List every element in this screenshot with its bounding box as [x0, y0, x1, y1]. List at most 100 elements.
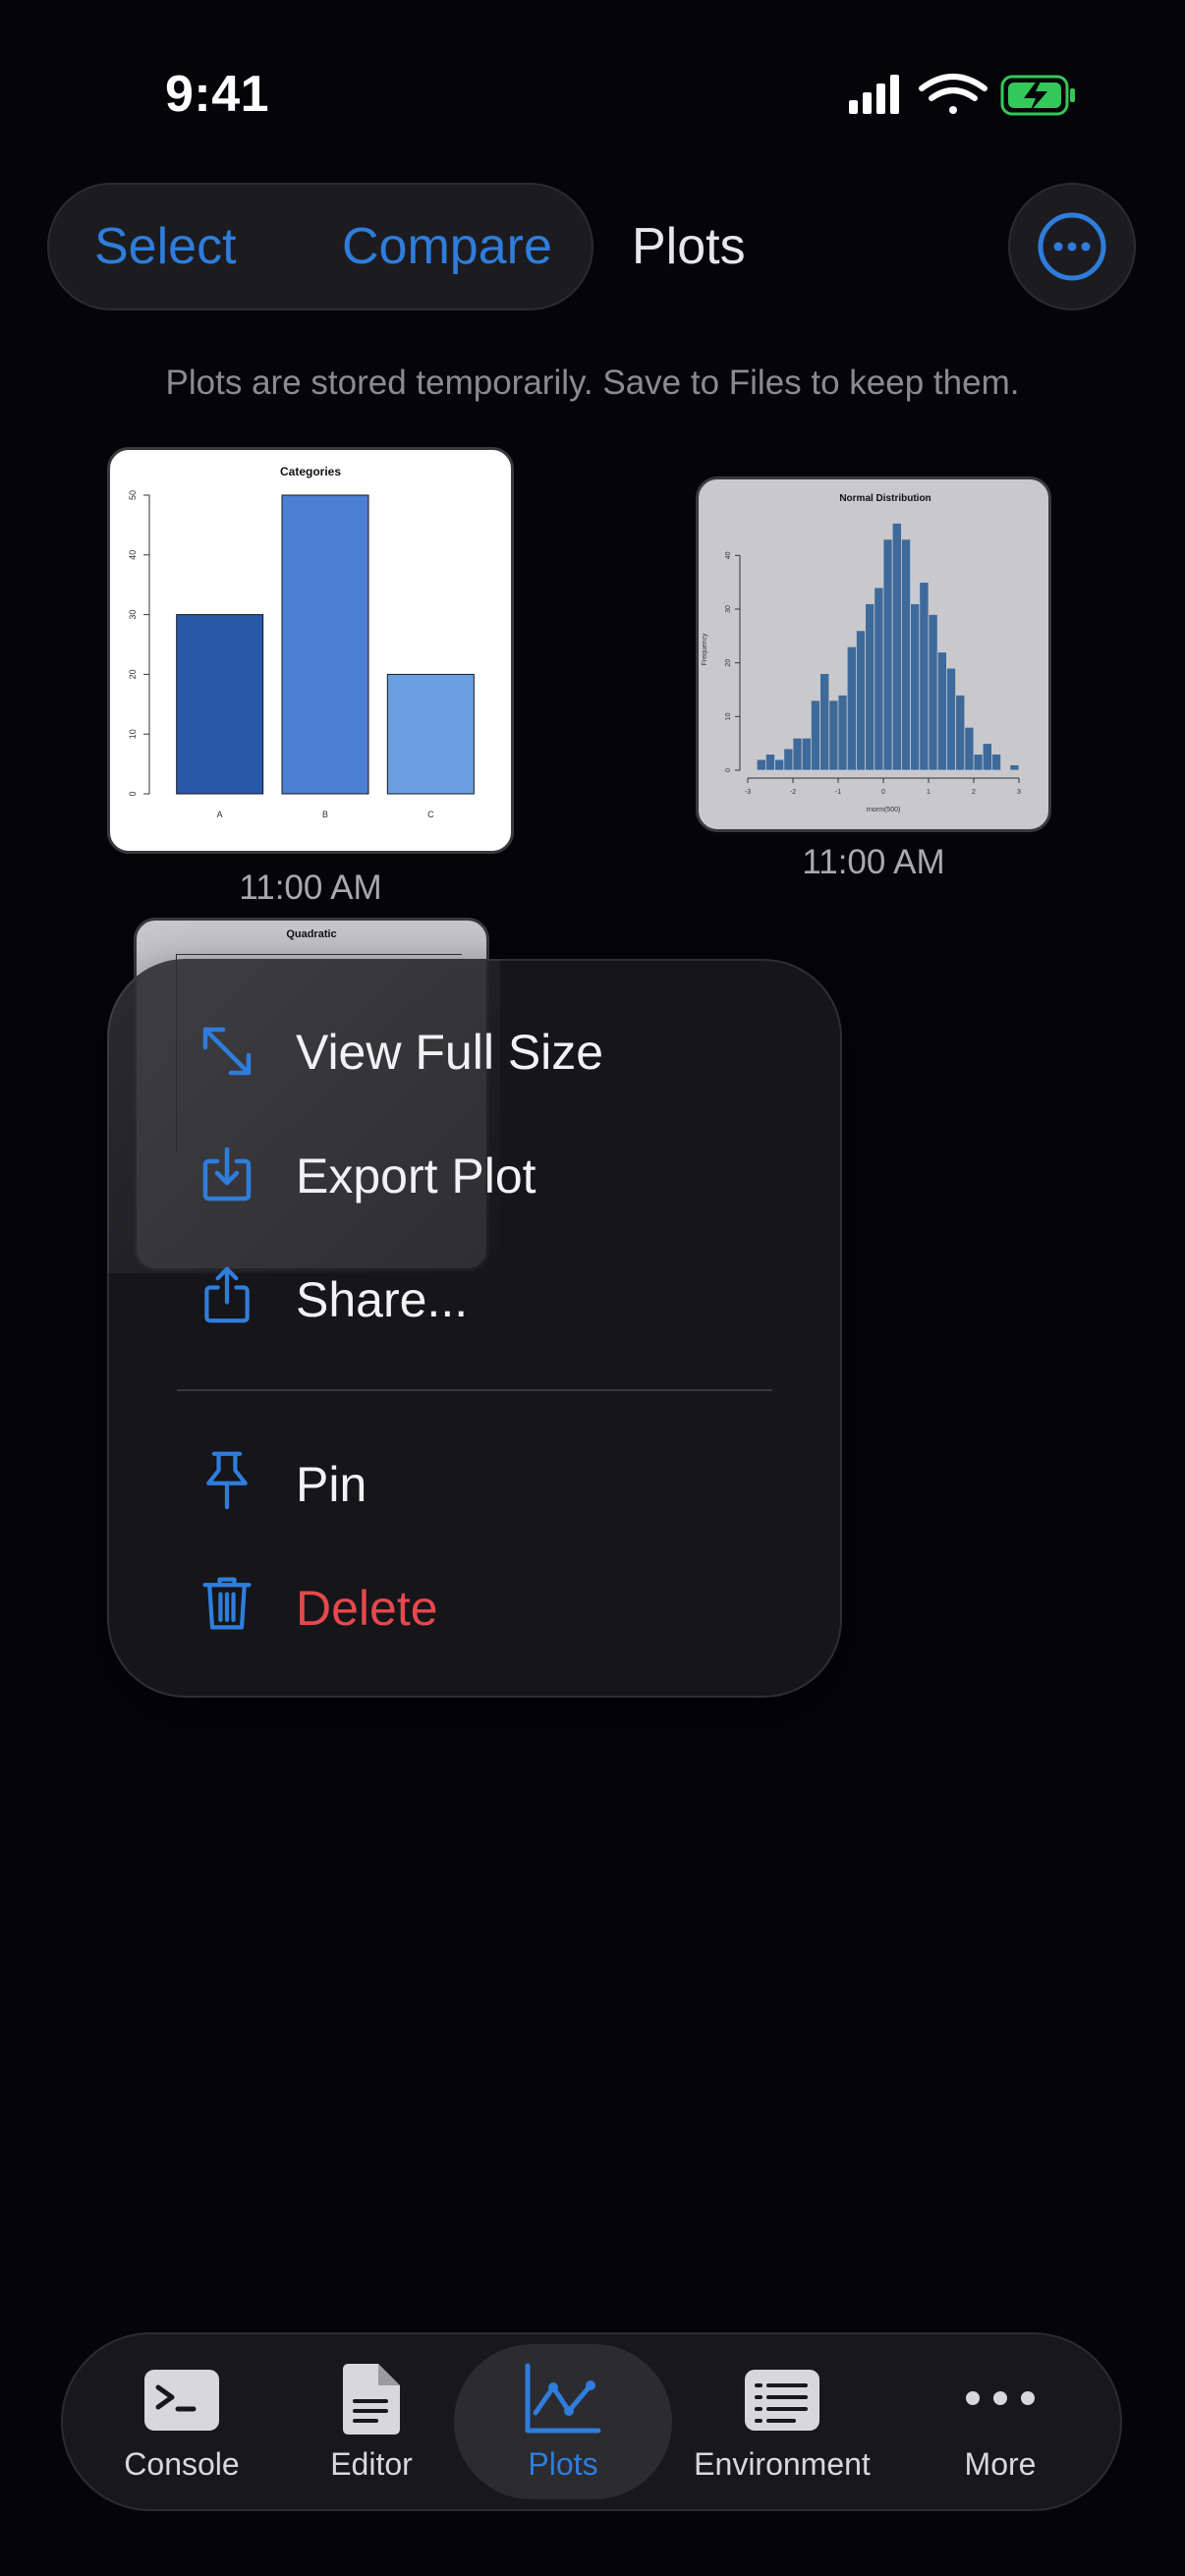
status-icons [849, 74, 1075, 116]
histogram-bar [973, 754, 984, 771]
y-axis-label: Frequency [702, 633, 708, 666]
pin-icon [206, 1451, 248, 1509]
bar-C [386, 673, 475, 795]
share-icon [204, 1266, 250, 1323]
histogram-bar [846, 645, 857, 771]
chart-title: Normal Distribution [839, 493, 931, 504]
y-tick-label: 0 [725, 768, 732, 772]
plot-timestamp: 11:00 AM [802, 843, 945, 881]
histogram-bar [811, 700, 821, 771]
histogram-bar [874, 587, 884, 771]
histogram-bar [900, 538, 911, 771]
bar-B [281, 494, 369, 795]
battery-charging-icon [1000, 75, 1075, 116]
normal-distribution-histogram: Normal Distribution010203040Frequency-3-… [702, 493, 1021, 813]
histogram-bar [1009, 764, 1020, 771]
histogram-bar [955, 695, 966, 771]
tab-console[interactable]: Console [108, 2358, 255, 2495]
export-tray-icon [202, 1147, 252, 1202]
histogram-bar [774, 758, 785, 771]
y-tick-label: 30 [725, 605, 732, 613]
histogram-bar [801, 737, 812, 771]
y-tick-label: 30 [128, 610, 138, 620]
histogram-bar [819, 673, 830, 771]
histogram-bar [756, 758, 766, 771]
x-tick-label: 0 [881, 789, 885, 796]
histogram-bar [792, 737, 803, 771]
histogram-bar [882, 538, 893, 771]
plot-card-normal-distribution[interactable]: Normal Distribution 0 10 20 30 40 Frequency -3-… [696, 476, 1051, 832]
ellipsis-icon [966, 2391, 1035, 2405]
y-tick-label: 50 [128, 490, 138, 500]
status-time: 9:41 [165, 66, 270, 123]
x-tick-label: -2 [790, 789, 796, 796]
y-tick-label: 10 [128, 729, 138, 739]
menu-item-export-plot[interactable]: Export Plot [107, 1136, 842, 1214]
menu-item-label: Export Plot [296, 1148, 536, 1204]
histogram-bar [919, 582, 930, 771]
tab-more[interactable]: More [927, 2358, 1074, 2495]
y-tick-label: 10 [725, 712, 732, 720]
chart-title: Categories [280, 465, 341, 478]
y-tick-label: 0 [128, 791, 138, 796]
plot-card-categories[interactable]: Categories 0 10 20 30 40 50 A B C [107, 447, 514, 854]
histogram-bar [891, 523, 902, 771]
compare-button[interactable]: Compare [342, 183, 552, 310]
x-tick-label: B [322, 810, 328, 819]
x-tick-label: 1 [927, 789, 931, 796]
trash-icon [202, 1577, 252, 1630]
tab-editor[interactable]: Editor [298, 2358, 445, 2495]
bar-A [176, 614, 264, 795]
histogram-bar [865, 603, 875, 771]
menu-item-delete[interactable]: Delete [107, 1568, 842, 1647]
menu-item-label: Pin [296, 1457, 367, 1512]
terminal-icon [144, 2370, 219, 2431]
tab-environment[interactable]: Environment [684, 2358, 880, 2495]
y-tick-label: 20 [128, 669, 138, 679]
tab-label: Editor [330, 2446, 413, 2482]
histogram-bar [964, 726, 975, 771]
histogram-bar [765, 754, 776, 771]
y-tick-label: 40 [725, 551, 732, 559]
plot-title: Quadratic [286, 928, 337, 940]
x-tick-label: -1 [835, 789, 841, 796]
list-icon [745, 2370, 819, 2431]
more-options-button[interactable] [1008, 183, 1136, 310]
x-tick-label: C [427, 810, 434, 819]
histogram-bar [936, 651, 947, 771]
x-axis-label: rnorm(500) [867, 807, 901, 813]
tab-label: Console [124, 2446, 240, 2482]
document-icon [343, 2364, 400, 2435]
x-tick-label: 3 [1017, 789, 1021, 796]
menu-item-pin[interactable]: Pin [107, 1444, 842, 1523]
histogram-bar [982, 743, 992, 771]
histogram-bar [910, 603, 921, 771]
histogram-bar [945, 667, 956, 771]
tab-plots[interactable]: Plots [489, 2358, 637, 2495]
categories-bar-chart: Categories 0 10 20 30 40 50 A B C [128, 465, 475, 819]
histogram-bar [837, 695, 848, 771]
menu-item-label: View Full Size [296, 1025, 604, 1080]
x-tick-label: -3 [745, 789, 751, 796]
histogram-bar [990, 754, 1001, 771]
ellipsis-circle-icon [1038, 212, 1106, 281]
histogram-bar [828, 700, 839, 771]
y-tick-label: 20 [725, 659, 732, 667]
expand-arrows-icon [202, 1027, 252, 1076]
histogram-bar [928, 614, 938, 771]
select-button[interactable]: Select [94, 183, 237, 310]
histogram-bar [855, 630, 866, 771]
y-tick-label: 40 [128, 550, 138, 560]
histogram-bar [783, 748, 794, 771]
wifi-icon [919, 74, 988, 114]
plot-timestamp: 11:00 AM [239, 868, 382, 907]
menu-item-label: Delete [296, 1581, 438, 1636]
tab-label: Environment [694, 2446, 871, 2482]
cellular-signal-icon [849, 75, 899, 114]
menu-item-share[interactable]: Share... [107, 1260, 842, 1338]
menu-divider [177, 1389, 772, 1391]
tab-label: More [964, 2446, 1037, 2482]
line-chart-icon [525, 2363, 601, 2434]
x-tick-label: A [217, 810, 223, 819]
menu-item-view-full-size[interactable]: View Full Size [107, 1012, 842, 1091]
